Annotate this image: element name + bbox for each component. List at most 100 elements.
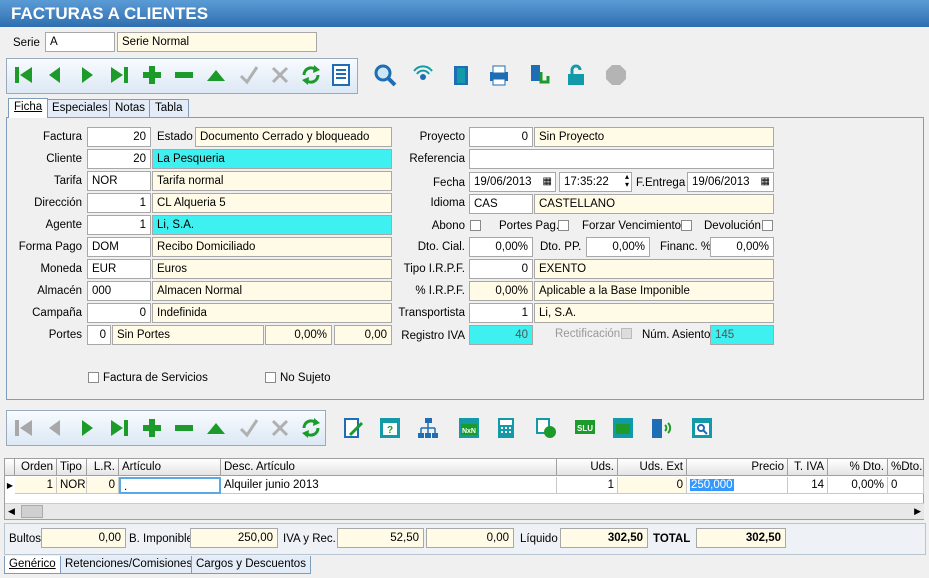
forma-pago-code-input[interactable]: DOM [87, 237, 151, 257]
cancel-icon[interactable] [266, 414, 294, 442]
touch-icon[interactable] [526, 61, 554, 89]
tab-retenciones[interactable]: Retenciones/Comisiones [60, 556, 198, 574]
agente-code-input[interactable]: 1 [87, 215, 151, 235]
add-icon[interactable] [138, 414, 166, 442]
grid-cell-8[interactable]: 14 [788, 477, 828, 494]
scroll-right-icon[interactable]: ▶ [914, 506, 921, 517]
first-icon[interactable] [10, 61, 38, 89]
calculator-icon[interactable] [492, 414, 520, 442]
edit-doc-icon[interactable] [339, 414, 367, 442]
window-search-icon[interactable] [688, 414, 716, 442]
calendar-icon[interactable]: ▦ [543, 175, 552, 189]
grid-cell-4[interactable]: Alquiler junio 2013 [221, 477, 557, 494]
tipo-irpf-code-input[interactable]: 0 [469, 259, 533, 279]
grid-cell-6[interactable]: 0 [618, 477, 687, 494]
scroll-thumb[interactable] [21, 505, 43, 518]
add-icon[interactable] [138, 61, 166, 89]
help-window-icon[interactable]: ? [376, 414, 404, 442]
spinner-icon[interactable]: ▴ ▾ [625, 173, 629, 189]
delete-icon[interactable] [170, 61, 198, 89]
no-sujeto-checkbox[interactable] [265, 372, 276, 383]
hierarchy-icon[interactable] [414, 414, 442, 442]
dto-cial-input[interactable]: 0,00% [469, 237, 533, 257]
last-icon[interactable] [105, 414, 133, 442]
grid-header-10[interactable]: %Dto.2 [888, 459, 924, 476]
delete-icon[interactable] [170, 414, 198, 442]
last-icon[interactable] [105, 61, 133, 89]
refresh-icon[interactable] [297, 414, 325, 442]
portes-pag-checkbox[interactable] [558, 220, 569, 231]
grid-cell-7[interactable]: 250,000 [687, 477, 788, 494]
grid-header-9[interactable]: % Dto. [828, 459, 888, 476]
grid-header-6[interactable]: Uds. Ext [618, 459, 687, 476]
edit-icon[interactable] [202, 61, 230, 89]
list-icon[interactable] [327, 61, 355, 89]
financ-input[interactable]: 0,00% [710, 237, 774, 257]
direccion-code-input[interactable]: 1 [87, 193, 151, 213]
proyecto-code-input[interactable]: 0 [469, 127, 533, 147]
prev-icon[interactable] [41, 414, 69, 442]
grid-cell-1[interactable]: NOR [57, 477, 87, 494]
unlock-icon[interactable] [562, 61, 590, 89]
factura-servicios-checkbox[interactable] [88, 372, 99, 383]
next-icon[interactable] [73, 61, 101, 89]
factura-input[interactable]: 20 [87, 127, 151, 147]
serie-code-input[interactable]: A [45, 32, 115, 52]
forzar-vencimientos-checkbox[interactable] [681, 220, 692, 231]
referencia-input[interactable] [469, 149, 774, 169]
entrega-date-picker[interactable]: 19/06/2013 ▦ [687, 172, 774, 192]
tab-ficha[interactable]: Ficha [8, 98, 49, 118]
grid-header-4[interactable]: Desc. Artículo [221, 459, 557, 476]
print-icon[interactable] [485, 61, 513, 89]
grid-header-3[interactable]: Artículo [119, 459, 221, 476]
idioma-code-input[interactable]: CAS [469, 194, 533, 214]
fecha-time-spinner[interactable]: 17:35:22 ▴ ▾ [559, 172, 632, 192]
almacen-code-input[interactable]: 000 [87, 281, 151, 301]
currency-icon[interactable] [532, 414, 560, 442]
grid-cell-3[interactable]: . [119, 477, 221, 494]
devolucion-checkbox[interactable] [762, 220, 773, 231]
grid-cell-10[interactable]: 0 [888, 477, 924, 494]
slu-icon[interactable]: SLU [571, 414, 599, 442]
calendar-icon[interactable]: ▦ [761, 175, 770, 189]
next-icon[interactable] [73, 414, 101, 442]
scroll-left-icon[interactable]: ◀ [8, 506, 15, 517]
tab-notas[interactable]: Notas [109, 99, 152, 117]
prev-icon[interactable] [41, 61, 69, 89]
transportista-code-input[interactable]: 1 [469, 303, 533, 323]
first-icon[interactable] [10, 414, 38, 442]
tab-tabla[interactable]: Tabla [149, 99, 189, 117]
grid-cell-9[interactable]: 0,00% [828, 477, 888, 494]
grid-header-1[interactable]: Tipo [57, 459, 87, 476]
signal-icon[interactable] [409, 61, 437, 89]
grid-header-5[interactable]: Uds. [557, 459, 618, 476]
confirm-icon[interactable] [235, 61, 263, 89]
tab-generico[interactable]: Genérico [4, 556, 61, 574]
campana-code-input[interactable]: 0 [87, 303, 151, 323]
edit-icon[interactable] [202, 414, 230, 442]
confirm-icon[interactable] [235, 414, 263, 442]
abono-checkbox[interactable] [470, 220, 481, 231]
grid-header-0[interactable]: Orden [15, 459, 57, 476]
dto-pp-input[interactable]: 0,00% [586, 237, 650, 257]
cliente-code-input[interactable]: 20 [87, 149, 151, 169]
grid-cell-5[interactable]: 1 [557, 477, 618, 494]
portes-code-input[interactable]: 0 [87, 325, 111, 345]
cancel-icon[interactable] [266, 61, 294, 89]
nxn-icon[interactable]: NxN [455, 414, 483, 442]
door-icon[interactable] [447, 61, 475, 89]
grid-cell-2[interactable]: 0 [87, 477, 119, 494]
search-icon[interactable] [371, 61, 399, 89]
grid-header-8[interactable]: T. IVA [788, 459, 828, 476]
money-icon[interactable] [609, 414, 637, 442]
grid-header-7[interactable]: Precio [687, 459, 788, 476]
tab-cargos[interactable]: Cargos y Descuentos [191, 556, 311, 574]
grid-header-2[interactable]: L.R. [87, 459, 119, 476]
refresh-icon[interactable] [297, 61, 325, 89]
stop-icon[interactable] [602, 61, 630, 89]
door-signal-icon[interactable] [647, 414, 675, 442]
tarifa-code-input[interactable]: NOR [87, 171, 151, 191]
tab-especiales[interactable]: Especiales [46, 99, 114, 117]
horizontal-scrollbar[interactable]: ◀ ▶ [5, 503, 924, 519]
grid-cell-0[interactable]: 1 [15, 477, 57, 494]
